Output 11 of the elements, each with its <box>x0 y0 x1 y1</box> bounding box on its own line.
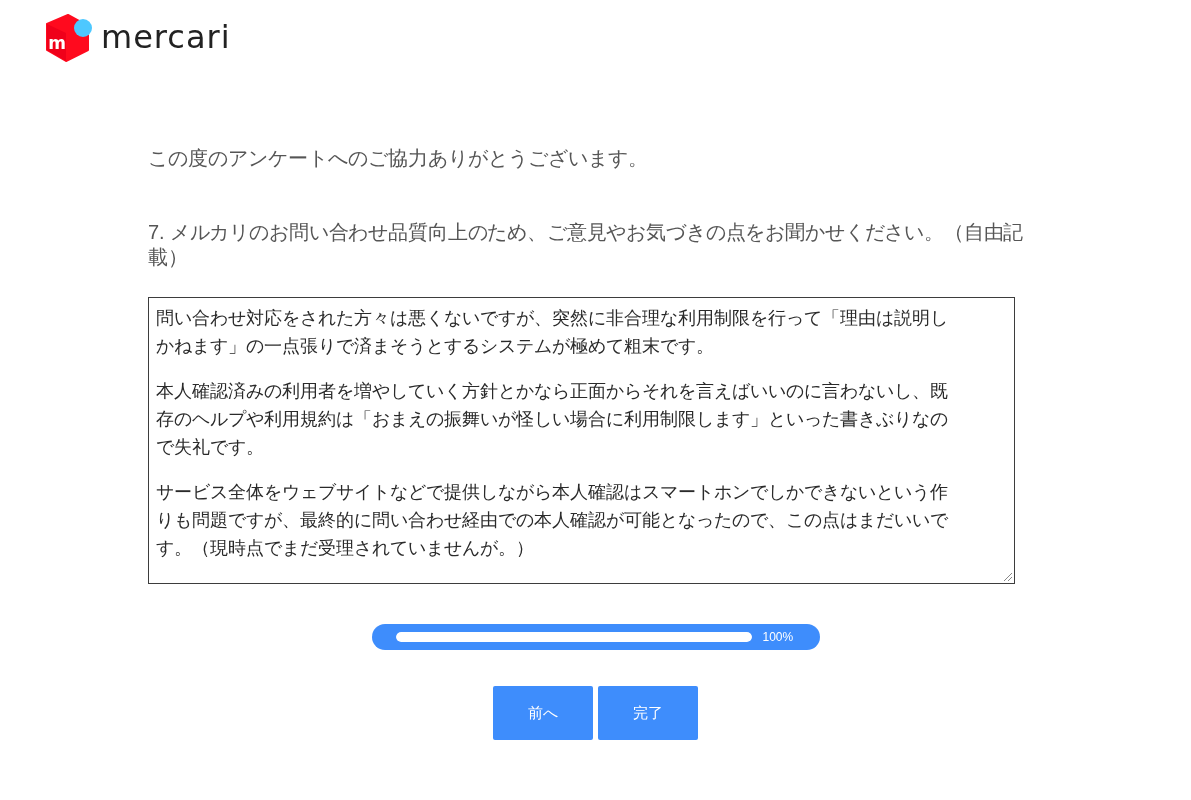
question-label: 7. メルカリのお問い合わせ品質向上のため、ご意見やお気づきの点をお聞かせください。（自由記載） <box>148 220 1025 270</box>
progress-label: 100% <box>762 630 794 644</box>
resize-handle-icon[interactable] <box>1003 572 1012 581</box>
logo-wordmark: mercari <box>101 17 231 57</box>
nav-button[interactable]: 前へ <box>493 686 593 740</box>
nav-button[interactable]: 完了 <box>598 686 698 740</box>
intro-text: この度のアンケートへのご協力ありがとうございます。 <box>148 146 649 170</box>
answer-paragraph: サービス全体をウェブサイトなどで提供しながら本人確認はスマートホンでしかできないという作りも問題ですが、最終的に問い合わせ経由での本人確認が可能となったので、この点はまだいいです。（現時点でまだ受理されていませんが。） <box>156 481 949 560</box>
answer-paragraph: 問い合わせ対応をされた方々は悪くないですが、突然に非合理な利用制限を行って「理由は説明しかねます」の一点張りで済まそうとするシステムが極めて粗末です。 <box>156 307 949 358</box>
answer-box[interactable] <box>148 297 1015 584</box>
answer-paragraph: 本人確認済みの利用者を増やしていく方針とかなら正面からそれを言えばいいのに言わないし、既存のヘルプや利用規約は「おまえの振舞いが怪しい場合に利用制限します」といった書きぶりなので失礼です。 <box>156 380 949 459</box>
